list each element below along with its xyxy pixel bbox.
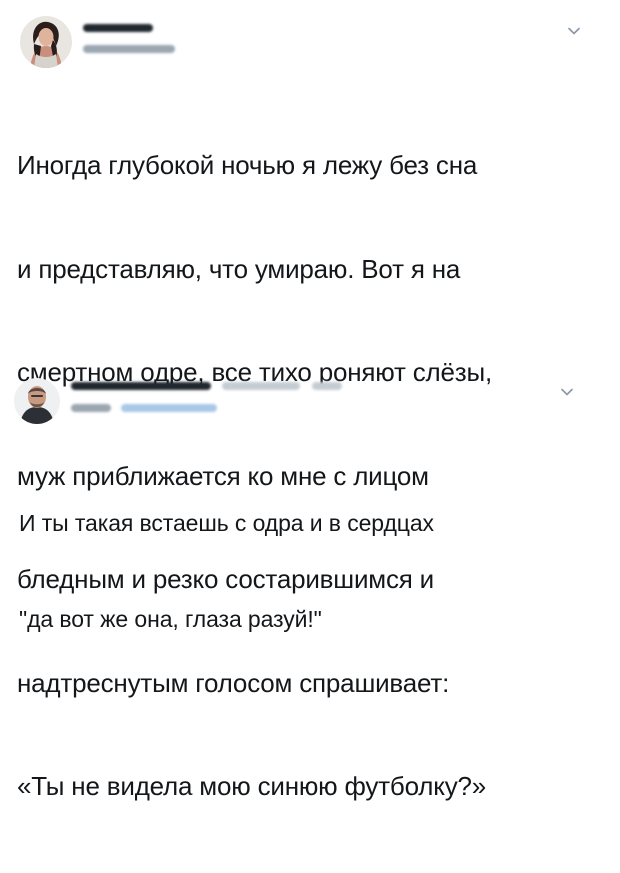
chevron-down-icon[interactable] <box>565 22 583 40</box>
tweet: И ты такая встаешь с одра и в сердцах "д… <box>0 360 620 632</box>
blurred-username <box>71 404 111 412</box>
tweet-text-line: И ты такая встаешь с одра и в сердцах <box>19 510 434 536</box>
user-avatar-woman-icon[interactable] <box>20 16 72 68</box>
blurred-display-name <box>71 382 211 390</box>
tweet-text-line: «Ты не видела мою синюю футболку?» <box>17 771 487 801</box>
chevron-down-icon[interactable] <box>558 383 576 401</box>
blurred-username <box>83 45 175 53</box>
tweet: Иногда глубокой ночью я лежу без сна и п… <box>0 0 620 801</box>
user-avatar-man-icon[interactable] <box>14 378 60 424</box>
blurred-emoji <box>312 382 342 390</box>
tweet-text: И ты такая встаешь с одра и в сердцах "д… <box>19 443 434 699</box>
blurred-display-name <box>83 24 153 32</box>
blurred-name-suffix <box>222 382 300 390</box>
blurred-link[interactable] <box>121 404 217 412</box>
tweet-text-line: Иногда глубокой ночью я лежу без сна <box>17 150 478 180</box>
tweet-text-line: и представляю, что умираю. Вот я на <box>17 253 461 284</box>
tweet-text-line: "да вот же она, глаза разуй!" <box>19 606 322 632</box>
